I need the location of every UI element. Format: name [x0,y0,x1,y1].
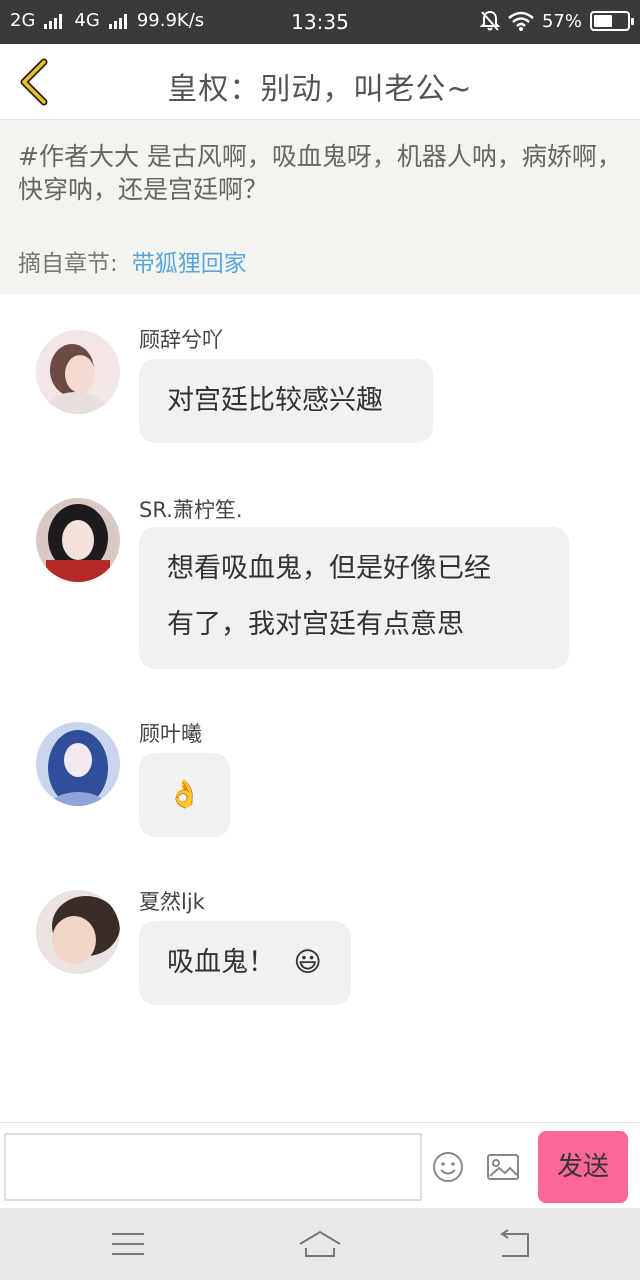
message-text: 吸血鬼！ [167,947,275,978]
source-chapter-link[interactable]: 带狐狸回家 [132,251,247,277]
ok-hand-emoji: 👌 [167,779,202,810]
message-input[interactable] [4,1133,422,1201]
avatar[interactable] [36,330,120,414]
input-bar: 发送 [0,1122,640,1208]
message-bubble: 想看吸血鬼，但是好像已经 有了，我对宫廷有点意思 [139,527,569,669]
avatar[interactable] [36,722,120,806]
username: SR.萧柠笙. [139,498,243,522]
image-icon[interactable] [486,1153,520,1181]
menu-icon[interactable] [106,1228,150,1260]
username: 顾叶曦 [139,722,202,746]
nav-bar [0,1208,640,1280]
status-bar: 2G 4G 99.9K/s 13:35 57% [0,0,640,44]
avatar[interactable] [36,498,120,582]
username: 顾辞兮吖 [139,328,223,352]
home-icon[interactable] [298,1228,342,1260]
send-button[interactable]: 发送 [538,1131,628,1203]
status-right: 57% [479,10,634,32]
source-label: 摘自章节: [18,251,118,277]
page-title: 皇权：别动，叫老公~ [167,72,473,107]
avatar[interactable] [36,890,120,974]
message-bubble: 👌 [139,753,230,837]
message-line: 有了，我对宫廷有点意思 [167,609,464,640]
header: 皇权：别动，叫老公~ [0,44,640,120]
message-bubble: 对宫廷比较感兴趣 [139,359,433,443]
mute-bell-icon [479,10,500,31]
smiley-emoji: 😃 [293,947,322,978]
battery-percent: 57% [541,10,582,32]
battery-icon [590,11,634,31]
message-line: 想看吸血鬼，但是好像已经 [167,553,491,584]
username: 夏然ljk [139,890,205,914]
topic-panel: #作者大大 是古风啊，吸血鬼呀，机器人呐，病娇啊，快穿呐，还是宫廷啊？ 摘自章节… [0,120,640,294]
message-bubble: 吸血鬼！ 😃 [139,921,351,1005]
topic-source: 摘自章节: 带狐狸回家 [18,244,247,278]
smiley-icon[interactable] [432,1151,464,1183]
topic-text: #作者大大 是古风啊，吸血鬼呀，机器人呐，病娇啊，快穿呐，还是宫廷啊？ [18,142,622,204]
back-icon[interactable] [494,1228,538,1260]
wifi-icon [508,11,534,31]
